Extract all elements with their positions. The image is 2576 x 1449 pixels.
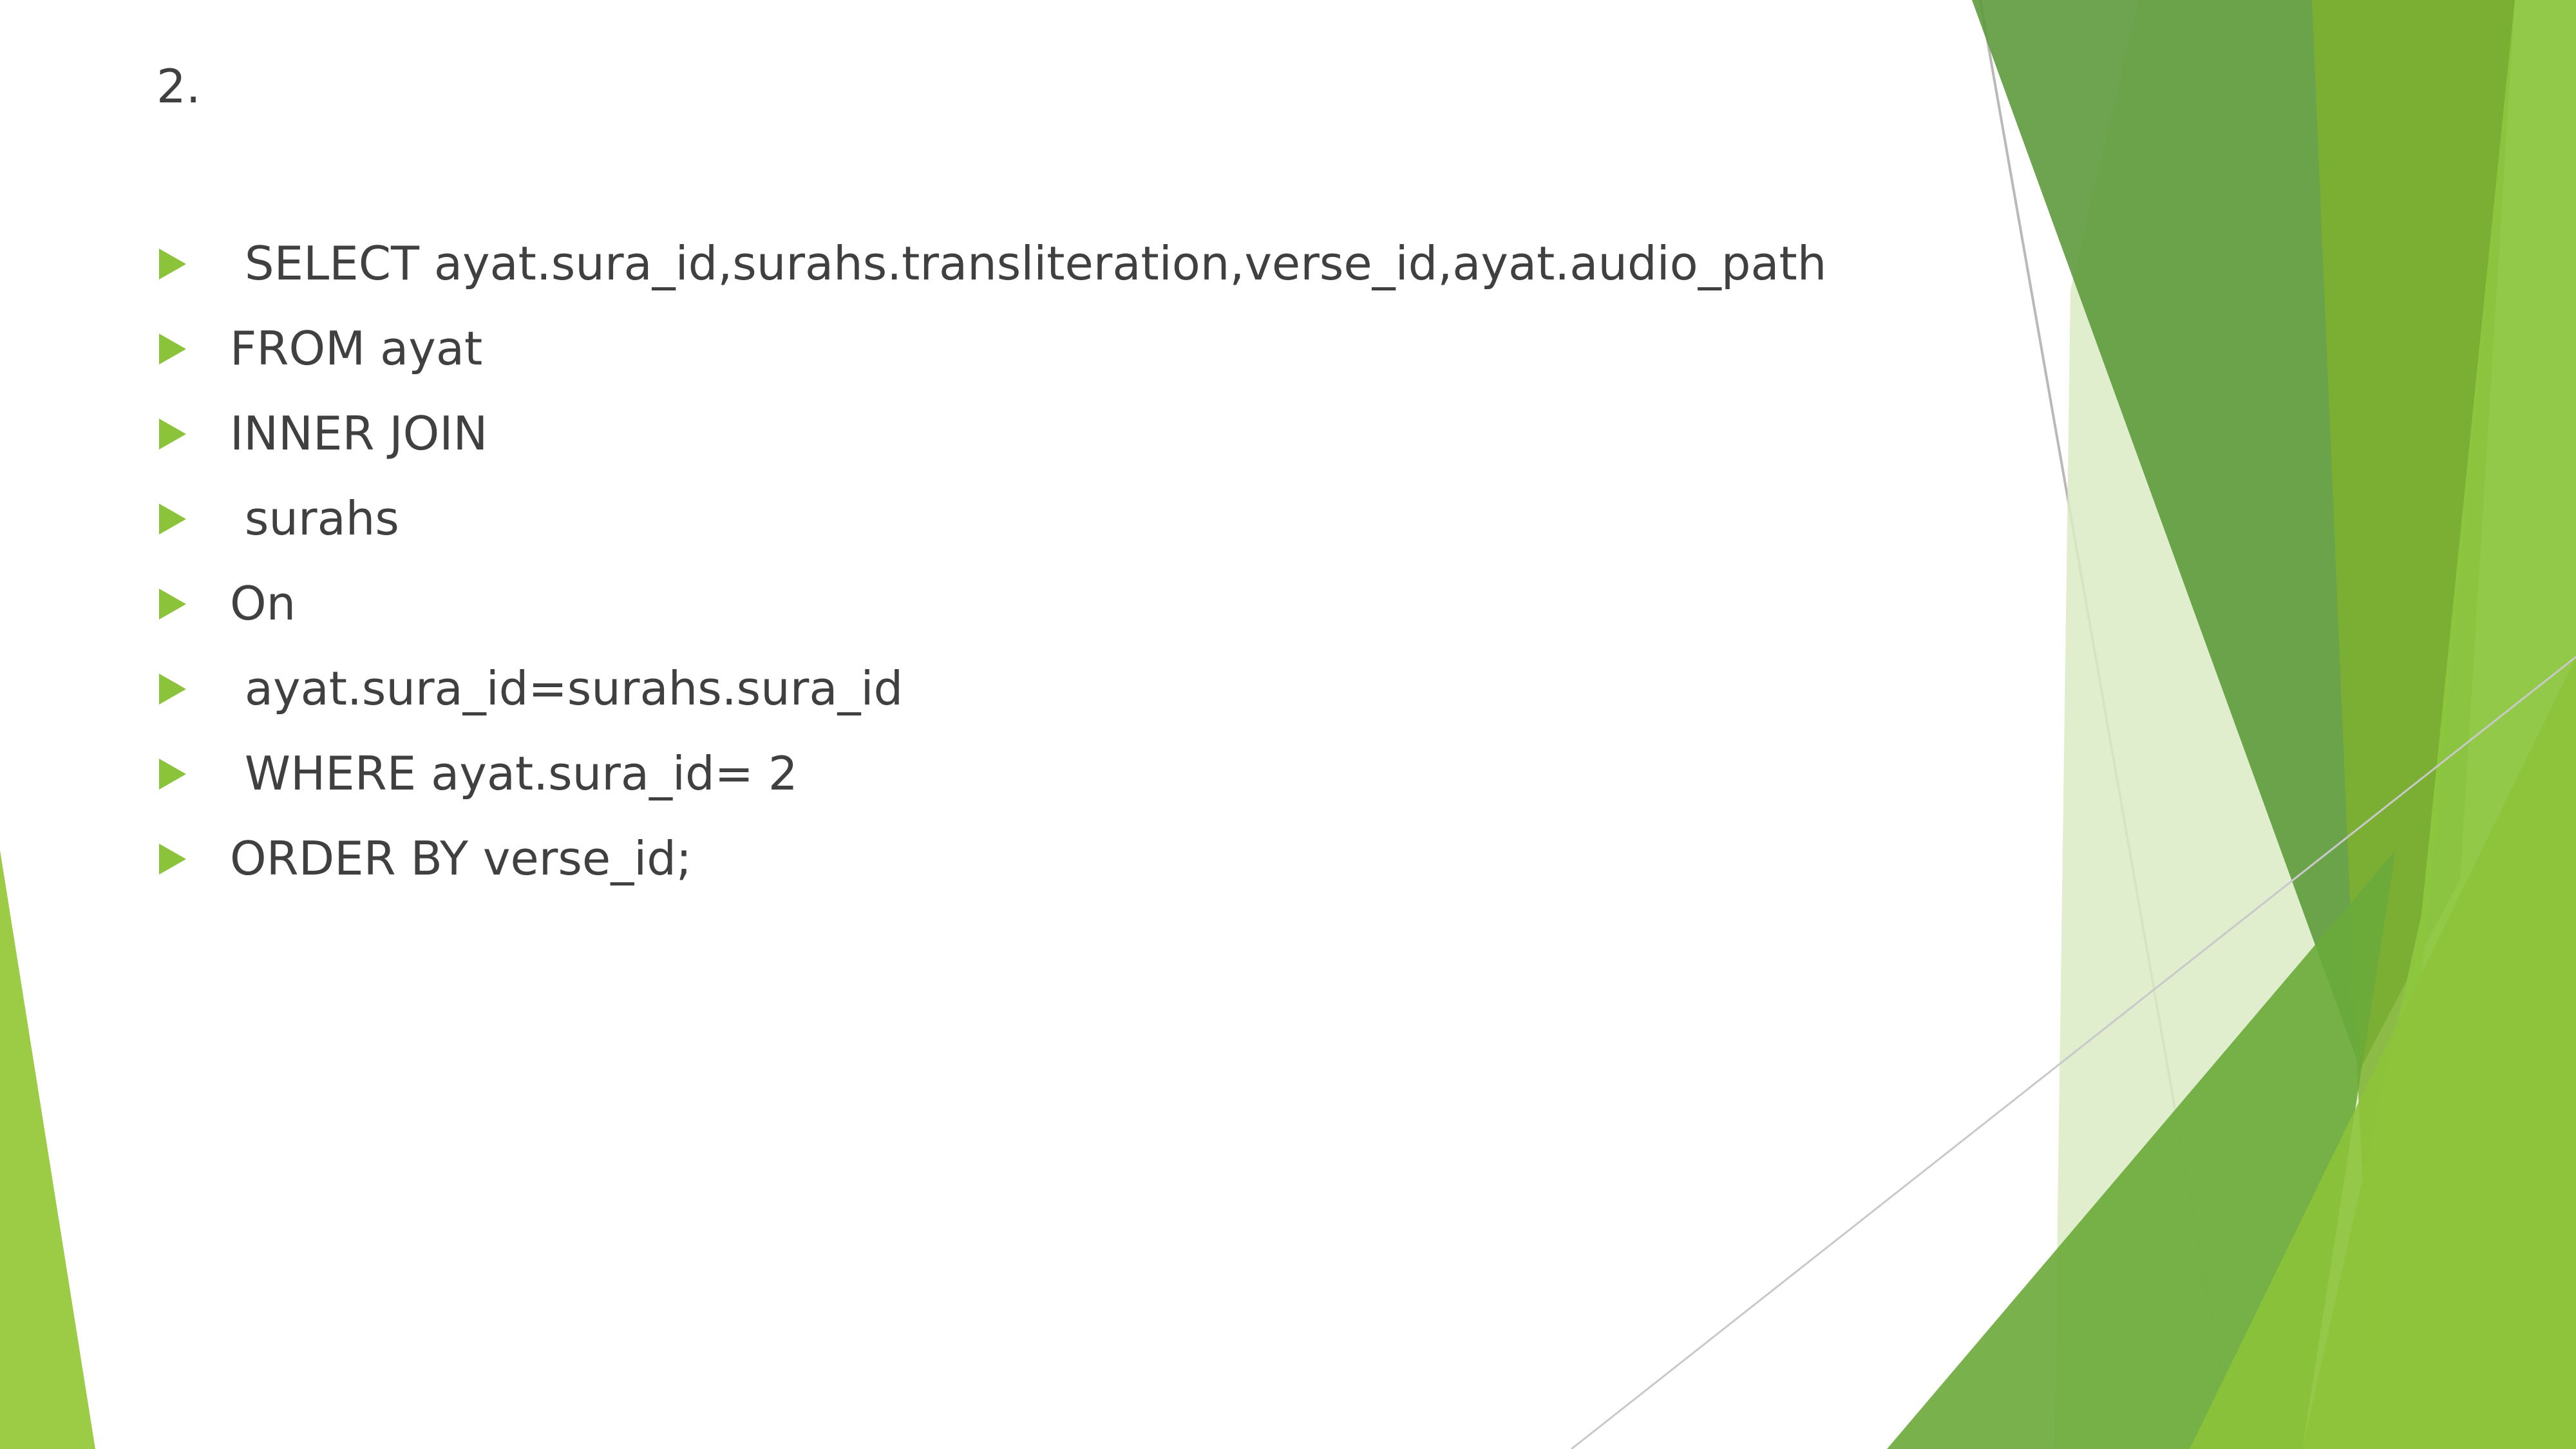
triangle-bullet-icon	[159, 249, 186, 279]
bullet-text: INNER JOIN	[230, 406, 488, 460]
bullet-text: SELECT ayat.sura_id,surahs.transliterati…	[230, 236, 1827, 290]
bullet-text: FROM ayat	[230, 321, 483, 375]
bullet-text: ORDER BY verse_id;	[230, 831, 692, 886]
lime-sliver-left	[0, 850, 95, 1449]
triangle-bullet-icon	[159, 504, 186, 535]
slide-title: 2.	[156, 59, 201, 113]
triangle-bullet-icon	[159, 419, 186, 450]
triangle-bullet-icon	[159, 334, 186, 365]
triangle-bullet-icon	[159, 589, 186, 620]
bullet-text: ayat.sura_id=surahs.sura_id	[230, 661, 904, 715]
triangle-bullet-icon	[159, 844, 186, 875]
decorative-background-shapes	[0, 0, 2576, 1449]
slide: 2. SELECT ayat.sura_id,surahs.transliter…	[0, 0, 2576, 1449]
bullet-text: WHERE ayat.sura_id= 2	[230, 746, 798, 800]
bullet-text: surahs	[230, 491, 399, 545]
bullet-text: On	[230, 576, 296, 630]
triangle-bullet-icon	[159, 674, 186, 705]
triangle-bullet-icon	[159, 759, 186, 790]
